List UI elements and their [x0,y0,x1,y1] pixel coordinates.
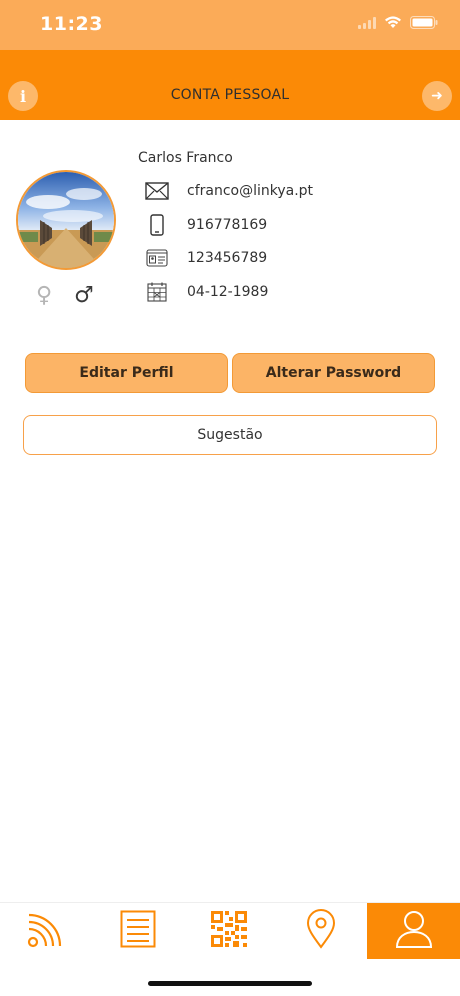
qr-code-icon [211,911,247,951]
user-name: Carlos Franco [138,150,233,166]
birthdate-row: 04-12-1989 [145,280,268,304]
logout-button[interactable]: ➜ [422,81,452,111]
male-icon[interactable]: ♂ [74,283,94,309]
email-row: cfranco@linkya.pt [145,179,313,203]
id-row: 123456789 [145,246,267,270]
signal-icon [358,14,376,33]
battery-icon [410,14,438,33]
mobile-phone-icon [145,213,169,237]
tab-bar [0,902,460,959]
home-indicator [148,981,312,986]
change-password-button[interactable]: Alterar Password [232,353,435,393]
suggestion-button[interactable]: Sugestão [23,415,437,455]
avatar[interactable] [16,170,116,270]
avatar-photo [18,172,114,268]
tab-account[interactable] [367,903,460,959]
phone-row: 916778169 [145,213,267,237]
tab-location[interactable] [285,903,357,959]
birthdate-value: 04-12-1989 [187,284,269,300]
tab-qrcode[interactable] [193,903,265,959]
email-value: cfranco@linkya.pt [187,183,314,199]
calendar-icon [145,280,169,304]
user-icon [395,910,433,952]
envelope-icon [145,179,169,203]
page-title: CONTA PESSOAL [170,87,290,103]
id-number-value: 123456789 [187,250,268,266]
phone-value: 916778169 [187,217,268,233]
status-bar: 11:23 [0,0,460,50]
status-icons [358,14,438,33]
tab-list[interactable] [102,903,174,959]
location-pin-icon [306,909,336,953]
arrow-right-icon: ➜ [431,88,443,104]
app-header: i CONTA PESSOAL ➜ [0,50,460,120]
edit-profile-button[interactable]: Editar Perfil [25,353,228,393]
female-icon[interactable]: ♀ [36,283,52,309]
list-icon [120,910,156,952]
id-card-icon [145,246,169,270]
rss-icon [26,909,66,953]
tab-feed[interactable] [10,903,82,959]
gender-selector: ♀ ♂ [36,283,94,309]
status-time: 11:23 [40,13,103,35]
wifi-icon [384,14,402,33]
